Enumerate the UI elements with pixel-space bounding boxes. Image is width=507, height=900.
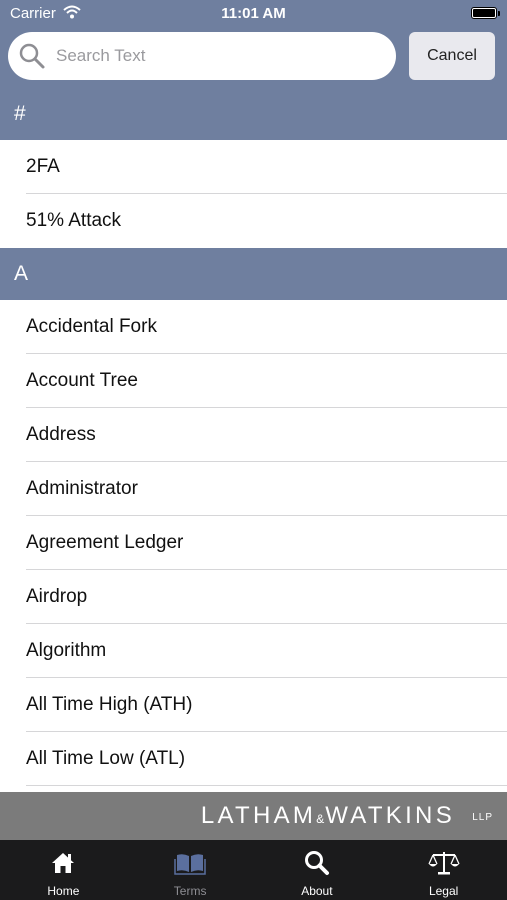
brand-logo: LATHAM&WATKINS <box>201 802 455 830</box>
list-item[interactable]: Address <box>26 408 507 462</box>
search-bar: Cancel <box>0 28 507 88</box>
cancel-button[interactable]: Cancel <box>409 32 495 80</box>
brand-name-right: WATKINS <box>325 802 455 829</box>
section-header-a: A <box>0 248 507 300</box>
home-icon <box>50 850 76 876</box>
search-input[interactable] <box>56 32 386 80</box>
list-item[interactable]: Agreement Ledger <box>26 516 507 570</box>
tab-bar: Home Terms About Legal <box>0 840 507 900</box>
brand-banner: LATHAM&WATKINS LLP <box>0 792 507 840</box>
list-item[interactable]: 2FA <box>26 140 507 194</box>
battery-icon <box>471 7 500 19</box>
tab-about-label: About <box>301 884 333 898</box>
tab-home[interactable]: Home <box>0 840 127 900</box>
brand-name-left: LATHAM <box>200 802 317 829</box>
list-item[interactable]: Algorithm <box>26 624 507 678</box>
list-item[interactable]: Administrator <box>26 462 507 516</box>
list-item[interactable]: Account Tree <box>26 354 507 408</box>
scales-icon <box>428 850 460 876</box>
list-item[interactable]: 51% Attack <box>26 194 507 248</box>
clock: 11:01 AM <box>221 5 286 22</box>
brand-suffix: LLP <box>472 812 493 823</box>
tab-about[interactable]: About <box>254 840 381 900</box>
tab-legal-label: Legal <box>428 884 459 898</box>
list-item[interactable]: All Time High (ATH) <box>26 678 507 732</box>
tab-terms-label: Terms <box>173 884 207 898</box>
tab-terms[interactable]: Terms <box>127 840 254 900</box>
search-icon <box>304 850 330 876</box>
terms-list[interactable]: # 2FA 51% Attack A Accidental Fork Accou… <box>0 88 507 792</box>
section-header-hash: # <box>0 88 507 140</box>
list-item[interactable]: All Time Low (ATL) <box>26 732 507 786</box>
book-icon <box>174 850 206 876</box>
tab-home-label: Home <box>47 884 80 898</box>
brand-ampersand: & <box>316 812 326 826</box>
status-bar: Carrier 11:01 AM <box>0 0 507 28</box>
search-icon <box>18 42 46 75</box>
search-field[interactable] <box>8 32 396 80</box>
list-item[interactable]: Airdrop <box>26 570 507 624</box>
tab-legal[interactable]: Legal <box>380 840 507 900</box>
list-item[interactable]: Accidental Fork <box>26 300 507 354</box>
